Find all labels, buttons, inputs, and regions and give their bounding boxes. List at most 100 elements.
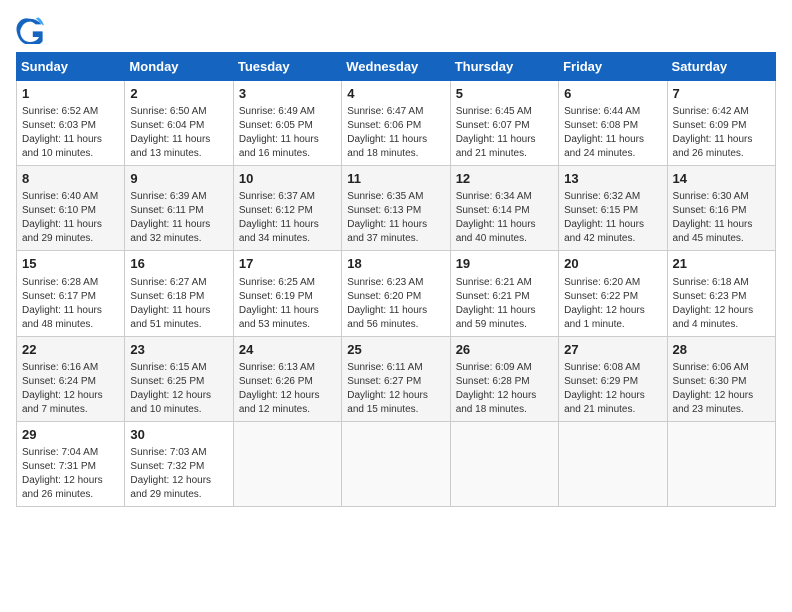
calendar-cell: 9Sunrise: 6:39 AM Sunset: 6:11 PM Daylig… [125,166,233,251]
day-number: 6 [564,85,661,103]
day-info: Sunrise: 6:30 AM Sunset: 6:16 PM Dayligh… [673,190,770,246]
calendar-header: SundayMondayTuesdayWednesdayThursdayFrid… [17,53,776,81]
day-info: Sunrise: 7:04 AM Sunset: 7:31 PM Dayligh… [22,446,119,502]
day-number: 13 [564,170,661,188]
calendar-week-4: 22Sunrise: 6:16 AM Sunset: 6:24 PM Dayli… [17,336,776,421]
day-info: Sunrise: 6:34 AM Sunset: 6:14 PM Dayligh… [456,190,553,246]
weekday-header-friday: Friday [559,53,667,81]
day-info: Sunrise: 6:32 AM Sunset: 6:15 PM Dayligh… [564,190,661,246]
calendar-cell: 18 Sunrise: 6:23 AM Sunset: 6:20 PM Dayli… [342,251,450,336]
day-info: Sunrise: 6:28 AM Sunset: 6:17 PM Dayligh… [22,276,119,332]
header-area [16,16,776,44]
calendar-week-1: 1 Sunrise: 6:52 AM Sunset: 6:03 PM Daylig… [17,81,776,166]
calendar-cell: 13 Sunrise: 6:32 AM Sunset: 6:15 PM Dayli… [559,166,667,251]
day-number: 30 [130,426,227,444]
calendar-cell: 27 Sunrise: 6:08 AM Sunset: 6:29 PM Dayli… [559,336,667,421]
day-info: Sunrise: 6:06 AM Sunset: 6:30 PM Dayligh… [673,361,770,417]
day-info: Sunrise: 6:11 AM Sunset: 6:27 PM Dayligh… [347,361,444,417]
day-info: Sunrise: 6:18 AM Sunset: 6:23 PM Dayligh… [673,276,770,332]
day-info: Sunrise: 6:45 AM Sunset: 6:07 PM Dayligh… [456,105,553,161]
day-info: Sunrise: 6:08 AM Sunset: 6:29 PM Dayligh… [564,361,661,417]
calendar-cell: 23 Sunrise: 6:15 AM Sunset: 6:25 PM Dayli… [125,336,233,421]
day-info: Sunrise: 6:50 AM Sunset: 6:04 PM Dayligh… [130,105,227,161]
calendar-cell: 8Sunrise: 6:40 AM Sunset: 6:10 PM Daylig… [17,166,125,251]
day-number: 9 [130,170,227,188]
day-info: Sunrise: 7:03 AM Sunset: 7:32 PM Dayligh… [130,446,227,502]
calendar-cell: 22Sunrise: 6:16 AM Sunset: 6:24 PM Dayli… [17,336,125,421]
day-info: Sunrise: 6:15 AM Sunset: 6:25 PM Dayligh… [130,361,227,417]
day-info: Sunrise: 6:52 AM Sunset: 6:03 PM Dayligh… [22,105,119,161]
calendar-cell: 19Sunrise: 6:21 AM Sunset: 6:21 PM Dayli… [450,251,558,336]
day-number: 12 [456,170,553,188]
weekday-header-saturday: Saturday [667,53,775,81]
day-info: Sunrise: 6:44 AM Sunset: 6:08 PM Dayligh… [564,105,661,161]
day-number: 23 [130,341,227,359]
calendar-week-3: 15 Sunrise: 6:28 AM Sunset: 6:17 PM Dayli… [17,251,776,336]
calendar-cell: 29 Sunrise: 7:04 AM Sunset: 7:31 PM Dayli… [17,421,125,506]
day-number: 4 [347,85,444,103]
calendar-cell [559,421,667,506]
day-number: 28 [673,341,770,359]
calendar-cell: 16 Sunrise: 6:27 AM Sunset: 6:18 PM Dayli… [125,251,233,336]
generalblue-logo-icon [16,16,44,44]
calendar-body: 1 Sunrise: 6:52 AM Sunset: 6:03 PM Daylig… [17,81,776,507]
weekday-header-sunday: Sunday [17,53,125,81]
day-info: Sunrise: 6:49 AM Sunset: 6:05 PM Dayligh… [239,105,336,161]
calendar-cell: 21 Sunrise: 6:18 AM Sunset: 6:23 PM Dayli… [667,251,775,336]
day-info: Sunrise: 6:25 AM Sunset: 6:19 PM Dayligh… [239,276,336,332]
weekday-header-thursday: Thursday [450,53,558,81]
day-number: 26 [456,341,553,359]
day-info: Sunrise: 6:20 AM Sunset: 6:22 PM Dayligh… [564,276,661,332]
day-number: 21 [673,255,770,273]
day-info: Sunrise: 6:27 AM Sunset: 6:18 PM Dayligh… [130,276,227,332]
day-number: 15 [22,255,119,273]
day-info: Sunrise: 6:47 AM Sunset: 6:06 PM Dayligh… [347,105,444,161]
calendar-cell [667,421,775,506]
calendar-cell: 30 Sunrise: 7:03 AM Sunset: 7:32 PM Dayli… [125,421,233,506]
calendar-cell: 10 Sunrise: 6:37 AM Sunset: 6:12 PM Dayli… [233,166,341,251]
calendar-table: SundayMondayTuesdayWednesdayThursdayFrid… [16,52,776,507]
day-number: 7 [673,85,770,103]
calendar-cell: 20 Sunrise: 6:20 AM Sunset: 6:22 PM Dayli… [559,251,667,336]
day-info: Sunrise: 6:09 AM Sunset: 6:28 PM Dayligh… [456,361,553,417]
day-number: 18 [347,255,444,273]
day-number: 20 [564,255,661,273]
day-number: 16 [130,255,227,273]
day-number: 25 [347,341,444,359]
calendar-cell: 24 Sunrise: 6:13 AM Sunset: 6:26 PM Dayli… [233,336,341,421]
day-info: Sunrise: 6:13 AM Sunset: 6:26 PM Dayligh… [239,361,336,417]
day-number: 14 [673,170,770,188]
calendar-cell [342,421,450,506]
calendar-cell: 15 Sunrise: 6:28 AM Sunset: 6:17 PM Dayli… [17,251,125,336]
day-info: Sunrise: 6:35 AM Sunset: 6:13 PM Dayligh… [347,190,444,246]
calendar-cell: 2Sunrise: 6:50 AM Sunset: 6:04 PM Daylig… [125,81,233,166]
calendar-cell [233,421,341,506]
calendar-cell: 28 Sunrise: 6:06 AM Sunset: 6:30 PM Dayli… [667,336,775,421]
calendar-cell: 4 Sunrise: 6:47 AM Sunset: 6:06 PM Daylig… [342,81,450,166]
day-number: 27 [564,341,661,359]
calendar-cell: 14 Sunrise: 6:30 AM Sunset: 6:16 PM Dayli… [667,166,775,251]
day-info: Sunrise: 6:42 AM Sunset: 6:09 PM Dayligh… [673,105,770,161]
day-number: 17 [239,255,336,273]
day-number: 5 [456,85,553,103]
day-number: 10 [239,170,336,188]
day-info: Sunrise: 6:37 AM Sunset: 6:12 PM Dayligh… [239,190,336,246]
day-number: 3 [239,85,336,103]
day-number: 11 [347,170,444,188]
weekday-header-wednesday: Wednesday [342,53,450,81]
calendar-cell: 1 Sunrise: 6:52 AM Sunset: 6:03 PM Daylig… [17,81,125,166]
day-number: 1 [22,85,119,103]
calendar-cell: 12 Sunrise: 6:34 AM Sunset: 6:14 PM Dayli… [450,166,558,251]
weekday-header-monday: Monday [125,53,233,81]
day-info: Sunrise: 6:23 AM Sunset: 6:20 PM Dayligh… [347,276,444,332]
calendar-week-5: 29 Sunrise: 7:04 AM Sunset: 7:31 PM Dayli… [17,421,776,506]
day-number: 24 [239,341,336,359]
calendar-cell: 17 Sunrise: 6:25 AM Sunset: 6:19 PM Dayli… [233,251,341,336]
day-number: 8 [22,170,119,188]
day-number: 29 [22,426,119,444]
logo [16,16,48,44]
weekday-header-tuesday: Tuesday [233,53,341,81]
calendar-cell: 7 Sunrise: 6:42 AM Sunset: 6:09 PM Daylig… [667,81,775,166]
calendar-week-2: 8Sunrise: 6:40 AM Sunset: 6:10 PM Daylig… [17,166,776,251]
day-info: Sunrise: 6:16 AM Sunset: 6:24 PM Dayligh… [22,361,119,417]
